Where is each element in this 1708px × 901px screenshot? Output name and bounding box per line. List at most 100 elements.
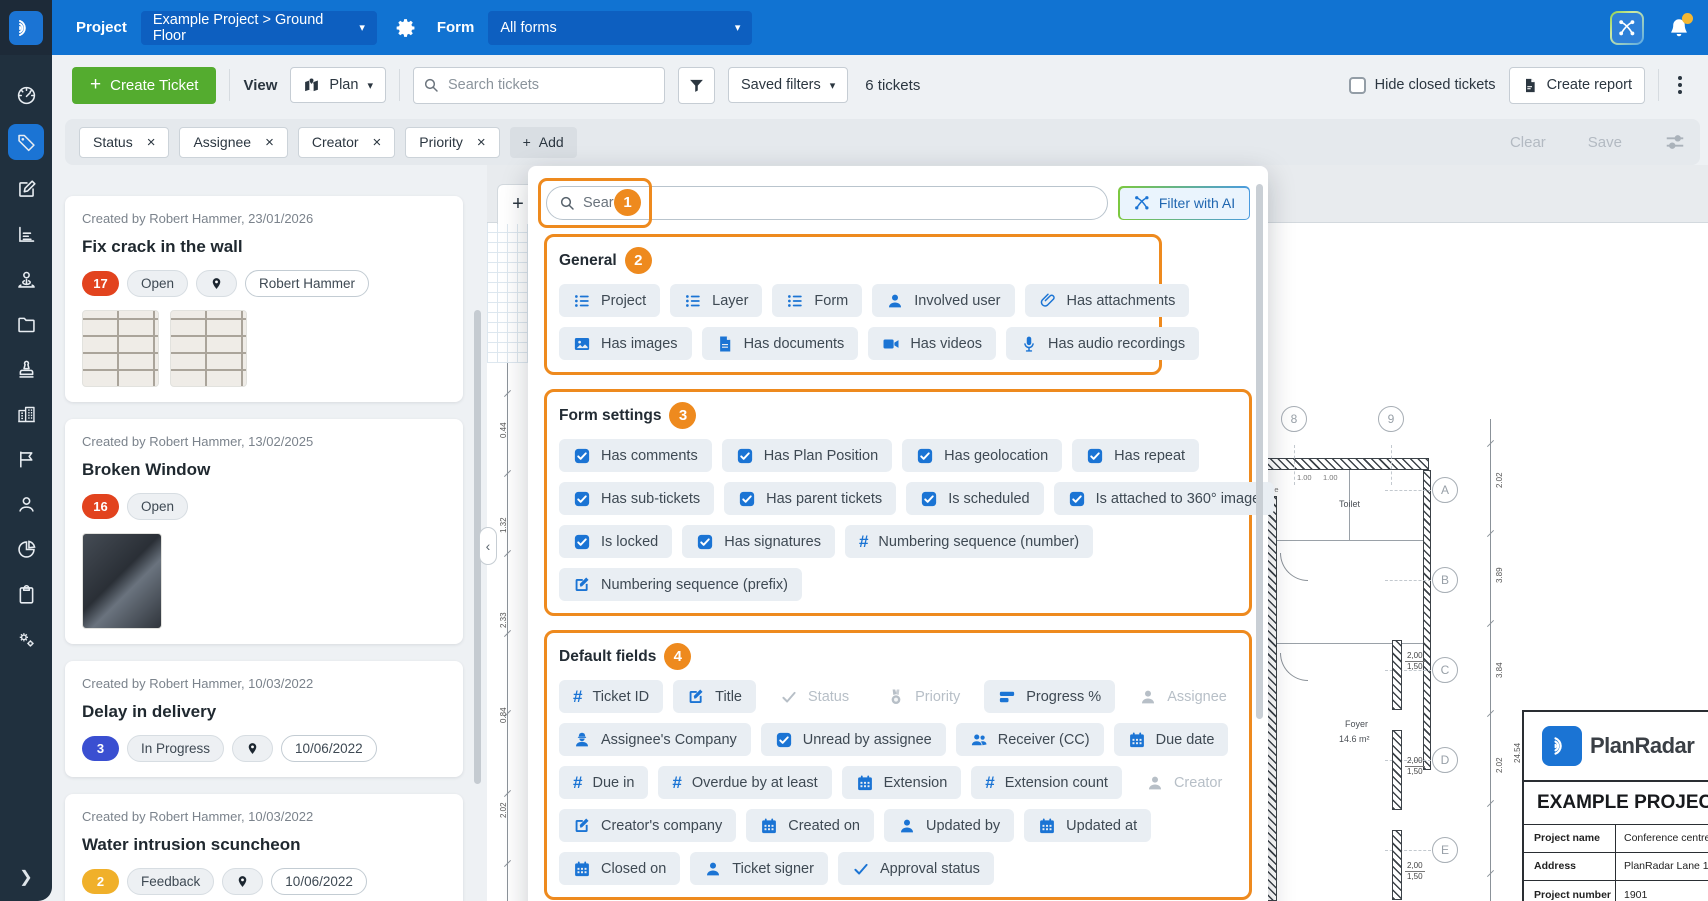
filter-option-has-repeat[interactable]: Has repeat: [1072, 439, 1199, 472]
filter-option-has-plan-position[interactable]: Has Plan Position: [722, 439, 892, 472]
filter-chip-priority[interactable]: Priority×: [405, 127, 499, 158]
filter-option-progress[interactable]: Progress %: [984, 680, 1115, 713]
ticket-card[interactable]: Created by Robert Hammer, 10/03/2022Dela…: [65, 661, 463, 777]
filter-option-ticket-signer[interactable]: Ticket signer: [690, 852, 828, 885]
filter-option-is-scheduled[interactable]: Is scheduled: [906, 482, 1043, 515]
ticket-photo-thumbnail[interactable]: [82, 533, 162, 629]
filter-option-receiver-cc[interactable]: Receiver (CC): [956, 723, 1104, 756]
stamp-icon: [16, 359, 37, 380]
sidebar-item-statistics[interactable]: [9, 218, 43, 250]
video-icon: [882, 335, 900, 353]
ticket-card[interactable]: Created by Robert Hammer, 10/03/2022Wate…: [65, 794, 463, 901]
filter-option-project[interactable]: Project: [559, 284, 660, 317]
filter-option-approval-status[interactable]: Approval status: [838, 852, 994, 885]
sidebar-item-approvals[interactable]: [9, 353, 43, 385]
filter-option-numbering-sequence-prefix[interactable]: Numbering sequence (prefix): [559, 568, 802, 601]
filter-option-unread-by-assignee[interactable]: Unread by assignee: [761, 723, 946, 756]
filter-option-has-attachments[interactable]: Has attachments: [1025, 284, 1190, 317]
hash-icon: #: [573, 774, 582, 791]
filter-option-has-signatures[interactable]: Has signatures: [682, 525, 835, 558]
filter-option-priority: Priority: [873, 680, 974, 713]
sidebar-item-dashboard[interactable]: [9, 79, 43, 111]
sidebar-expand-chevron-icon[interactable]: ❯: [19, 867, 32, 887]
filter-settings-sliders-icon[interactable]: [1664, 131, 1686, 153]
create-ticket-button[interactable]: +Create Ticket: [72, 67, 216, 104]
hide-closed-checkbox[interactable]: [1349, 77, 1366, 94]
filter-option-extension-count[interactable]: #Extension count: [971, 766, 1122, 799]
project-selector[interactable]: Example Project > Ground Floor ▾: [141, 11, 377, 45]
filter-option-has-geolocation[interactable]: Has geolocation: [902, 439, 1062, 472]
filter-chip-creator[interactable]: Creator×: [298, 127, 395, 158]
filter-option-ticket-id[interactable]: #Ticket ID: [559, 680, 663, 713]
ticket-card[interactable]: Created by Robert Hammer, 13/02/2025Brok…: [65, 419, 463, 644]
create-report-button[interactable]: Create report: [1509, 67, 1645, 104]
filter-option-has-comments[interactable]: Has comments: [559, 439, 712, 472]
filter-chip-status[interactable]: Status×: [79, 127, 169, 158]
person-icon: [16, 494, 37, 515]
filter-option-has-images[interactable]: Has images: [559, 327, 692, 360]
filter-option-label: Closed on: [601, 861, 666, 877]
remove-filter-icon[interactable]: ×: [265, 134, 274, 151]
view-mode-dropdown[interactable]: Plan ▾: [290, 67, 386, 103]
filter-with-ai-button[interactable]: Filter with AI: [1118, 186, 1250, 220]
filter-option-has-documents[interactable]: Has documents: [702, 327, 859, 360]
sidebar-item-tasks[interactable]: [9, 578, 43, 610]
add-filter-button[interactable]: +Add: [510, 127, 577, 158]
filter-option-created-on[interactable]: Created on: [746, 809, 874, 842]
title-block-value: 1901: [1616, 881, 1647, 901]
project-settings-gear-icon[interactable]: [395, 17, 417, 39]
filter-option-closed-on[interactable]: Closed on: [559, 852, 680, 885]
location-pin-badge: [222, 868, 263, 895]
filter-option-updated-at[interactable]: Updated at: [1024, 809, 1151, 842]
hide-closed-toggle[interactable]: Hide closed tickets: [1349, 77, 1496, 94]
filter-option-has-parent-tickets[interactable]: Has parent tickets: [724, 482, 896, 515]
ticket-card[interactable]: Created by Robert Hammer, 23/01/2026Fix …: [65, 196, 463, 402]
popup-scrollbar[interactable]: [1256, 184, 1263, 719]
active-filters-bar: Status× Assignee× Creator× Priority× +Add C…: [65, 119, 1700, 165]
filter-option-has-sub-tickets[interactable]: Has sub-tickets: [559, 482, 714, 515]
filter-option-assignee-s-company[interactable]: Assignee's Company: [559, 723, 751, 756]
save-filters-button[interactable]: Save: [1588, 134, 1622, 151]
search-tickets-input[interactable]: [413, 67, 665, 104]
sidebar-item-contacts[interactable]: [9, 488, 43, 520]
form-selector[interactable]: All forms ▾: [488, 11, 752, 45]
collapse-panel-handle[interactable]: ‹: [479, 527, 497, 565]
sidebar-item-companies[interactable]: [9, 398, 43, 430]
filter-option-has-videos[interactable]: Has videos: [868, 327, 996, 360]
filter-option-title[interactable]: Title: [673, 680, 756, 713]
filter-option-numbering-sequence-number[interactable]: #Numbering sequence (number): [845, 525, 1093, 558]
filter-option-creator-s-company[interactable]: Creator's company: [559, 809, 736, 842]
clear-filters-button[interactable]: Clear: [1510, 134, 1546, 151]
filter-chip-assignee[interactable]: Assignee×: [179, 127, 287, 158]
filter-option-has-audio-recordings[interactable]: Has audio recordings: [1006, 327, 1199, 360]
filter-option-extension[interactable]: Extension: [842, 766, 962, 799]
filter-option-involved-user[interactable]: Involved user: [872, 284, 1014, 317]
sidebar-item-tickets[interactable]: [8, 124, 44, 160]
filter-option-form[interactable]: Form: [772, 284, 862, 317]
sidebar-item-settings[interactable]: [9, 623, 43, 655]
filter-option-layer[interactable]: Layer: [670, 284, 762, 317]
saved-filters-dropdown[interactable]: Saved filters ▾: [728, 67, 848, 103]
ticket-photo-thumbnail[interactable]: [170, 310, 247, 387]
ticket-photo-thumbnail[interactable]: [82, 310, 159, 387]
filter-option-updated-by[interactable]: Updated by: [884, 809, 1014, 842]
sidebar-item-site-inspection[interactable]: [9, 263, 43, 295]
filter-option-overdue-by-at-least[interactable]: #Overdue by at least: [658, 766, 831, 799]
filter-option-due-date[interactable]: Due date: [1114, 723, 1229, 756]
sidebar-item-forms[interactable]: [9, 173, 43, 205]
sidebar-item-reports[interactable]: [9, 533, 43, 565]
filter-funnel-button[interactable]: [678, 67, 715, 104]
filter-option-due-in[interactable]: #Due in: [559, 766, 648, 799]
filter-search-input[interactable]: [546, 186, 1108, 220]
more-options-kebab-icon[interactable]: [1672, 70, 1688, 100]
notifications-bell-icon[interactable]: [1668, 16, 1690, 40]
planradar-logo[interactable]: [0, 0, 52, 55]
sidebar-item-flags[interactable]: [9, 443, 43, 475]
remove-filter-icon[interactable]: ×: [147, 134, 156, 151]
filter-option-is-locked[interactable]: Is locked: [559, 525, 672, 558]
filter-option-is-attached-to-360-image[interactable]: Is attached to 360° image: [1054, 482, 1275, 515]
ai-assistant-button[interactable]: [1610, 11, 1644, 45]
sidebar-item-documents[interactable]: [9, 308, 43, 340]
remove-filter-icon[interactable]: ×: [373, 134, 382, 151]
remove-filter-icon[interactable]: ×: [477, 134, 486, 151]
